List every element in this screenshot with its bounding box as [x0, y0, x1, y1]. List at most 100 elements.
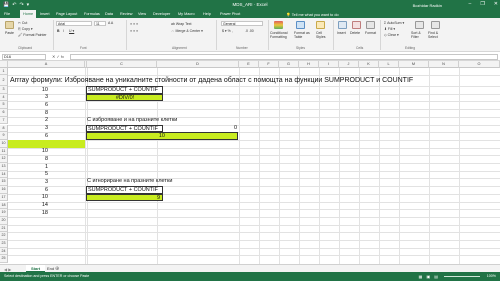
copy-button[interactable]: ⎘ Copy ▾ [18, 27, 33, 31]
row-header[interactable]: 14 [0, 170, 8, 179]
worksheet-grid[interactable]: A C D E F G H I J K L M N O 1 2 3 4 5 6 … [0, 61, 500, 264]
tab-power-pivot[interactable]: Power Pivot [220, 12, 240, 16]
find-select-icon[interactable] [431, 21, 440, 29]
format-painter-button[interactable]: 🖌 Format Painter [18, 33, 47, 37]
sort-filter-button[interactable]: Sort & Filter [411, 31, 427, 39]
row-header[interactable]: 23 [0, 240, 8, 248]
row-header[interactable]: 15 [0, 178, 8, 187]
column-header-g[interactable]: G [279, 61, 299, 68]
zoom-slider[interactable] [444, 276, 480, 277]
cell-a3[interactable]: 10 [8, 87, 48, 94]
tab-view[interactable]: View [138, 12, 146, 16]
format-cells-icon[interactable] [366, 21, 375, 29]
cell-a5[interactable]: 6 [8, 102, 48, 109]
cell-a10-selected[interactable] [8, 140, 85, 148]
tab-help[interactable]: Help [203, 12, 211, 16]
row-header[interactable]: 3 [0, 86, 8, 94]
row-header[interactable]: 25 [0, 255, 8, 264]
row-header[interactable]: 7 [0, 116, 8, 125]
page-break-view-icon[interactable]: ▤ [434, 274, 438, 279]
align-left-icons[interactable]: ≡ ≡ ≡ [130, 29, 138, 33]
tab-formulas[interactable]: Formulas [84, 12, 100, 16]
cell-a12[interactable]: 8 [8, 156, 48, 163]
cell-a17[interactable]: 10 [8, 194, 48, 201]
delete-cells-icon[interactable] [352, 21, 361, 29]
tab-insert[interactable]: Insert [40, 12, 50, 16]
row-header[interactable]: 9 [0, 132, 8, 140]
paste-icon[interactable] [5, 21, 14, 29]
column-header-j[interactable]: J [339, 61, 359, 68]
row-header[interactable]: 12 [0, 155, 8, 163]
font-size-select[interactable]: 11 [94, 21, 106, 26]
wrap-text-button[interactable]: ab Wrap Text [171, 22, 192, 26]
decimal-buttons[interactable]: .0 .00 [245, 29, 254, 33]
column-header-a[interactable]: A [8, 61, 85, 68]
block2-caption[interactable]: С изброяване и на празните клетки [87, 117, 177, 124]
format-cells-button[interactable]: Format [365, 31, 376, 35]
format-as-table-button[interactable]: Format as Table [294, 31, 312, 39]
column-header-n[interactable]: N [429, 61, 459, 68]
row-header[interactable]: 6 [0, 109, 8, 117]
select-all-corner[interactable] [0, 61, 8, 68]
row-header[interactable]: 21 [0, 224, 8, 233]
column-header-f[interactable]: F [259, 61, 279, 68]
block1-result[interactable]: #DIV/0! [86, 93, 163, 102]
merge-center-button[interactable]: ⇔ Merge & Center ▾ [171, 29, 203, 33]
cell-a14[interactable]: 5 [8, 171, 48, 178]
delete-cells-button[interactable]: Delete [350, 31, 360, 35]
cell-a15[interactable]: 3 [8, 179, 48, 186]
block3-caption[interactable]: С игнориране на празните клетки [87, 178, 172, 185]
row-header[interactable]: 5 [0, 101, 8, 110]
column-header-c[interactable]: C [87, 61, 157, 68]
conditional-formatting-button[interactable]: Conditional Formatting [270, 31, 290, 39]
close-button[interactable]: ✕ [494, 1, 498, 7]
clear-button[interactable]: ◇ Clear ▾ [384, 33, 399, 37]
column-header-e[interactable]: E [239, 61, 259, 68]
row-header[interactable]: 1 [0, 68, 8, 75]
tab-page-layout[interactable]: Page Layout [56, 12, 77, 16]
formula-buttons[interactable]: ✕ ✓ fx [52, 54, 64, 59]
tab-file[interactable]: File [4, 12, 10, 16]
restore-button[interactable]: ❐ [480, 1, 484, 7]
italic-button[interactable]: I [63, 29, 64, 33]
row-header[interactable]: 16 [0, 186, 8, 194]
row-header[interactable]: 20 [0, 216, 8, 225]
insert-cells-icon[interactable] [338, 21, 347, 29]
format-as-table-icon[interactable] [296, 21, 305, 29]
column-header-m[interactable]: M [399, 61, 429, 68]
block3-result[interactable]: 9 [86, 193, 163, 202]
block1-header[interactable]: SUMPRODUCT + COUNTIF [86, 86, 163, 94]
normal-view-icon[interactable]: ▦ [419, 274, 423, 279]
row-header[interactable]: 8 [0, 124, 8, 133]
font-name-select[interactable]: Arial [56, 21, 92, 26]
column-header-o[interactable]: O [459, 61, 500, 68]
tab-developer[interactable]: Developer [153, 12, 170, 16]
tab-home[interactable]: Home [20, 10, 37, 18]
cell-a6[interactable]: 8 [8, 110, 48, 117]
cell-styles-icon[interactable] [316, 21, 325, 29]
sort-filter-icon[interactable] [415, 21, 424, 29]
conditional-formatting-icon[interactable] [274, 21, 283, 29]
currency-button[interactable]: $ ▾ % , [222, 29, 233, 33]
page-layout-view-icon[interactable]: ▣ [426, 274, 430, 279]
font-grow-shrink-buttons[interactable]: A A [108, 21, 113, 25]
tell-me-search[interactable]: 💡 Tell me what you want to do [286, 12, 339, 17]
row-header[interactable]: 11 [0, 147, 8, 156]
zoom-level[interactable]: 100% [487, 274, 496, 278]
row-header[interactable]: 19 [0, 209, 8, 217]
row-header[interactable]: 24 [0, 247, 8, 256]
formula-input[interactable] [70, 53, 498, 60]
tab-my-macro[interactable]: My Macro [178, 12, 195, 16]
column-header-l[interactable]: L [379, 61, 399, 68]
cell-a7[interactable]: 2 [8, 117, 48, 124]
paste-button[interactable]: Paste [5, 31, 14, 35]
cut-button[interactable]: ✂ Cut [18, 21, 27, 25]
tab-review[interactable]: Review [120, 12, 132, 16]
row-header[interactable]: 2 [0, 75, 8, 86]
autosum-button[interactable]: Σ AutoSum ▾ [384, 21, 404, 25]
insert-cells-button[interactable]: Insert [337, 31, 346, 35]
cell-a13[interactable]: 1 [8, 164, 48, 171]
block3-header[interactable]: SUMPRODUCT + COUNTIF [86, 186, 163, 194]
row-header[interactable]: 13 [0, 163, 8, 171]
sheet-title[interactable]: Arrray формули: Изброяване на уникалните… [10, 76, 413, 85]
